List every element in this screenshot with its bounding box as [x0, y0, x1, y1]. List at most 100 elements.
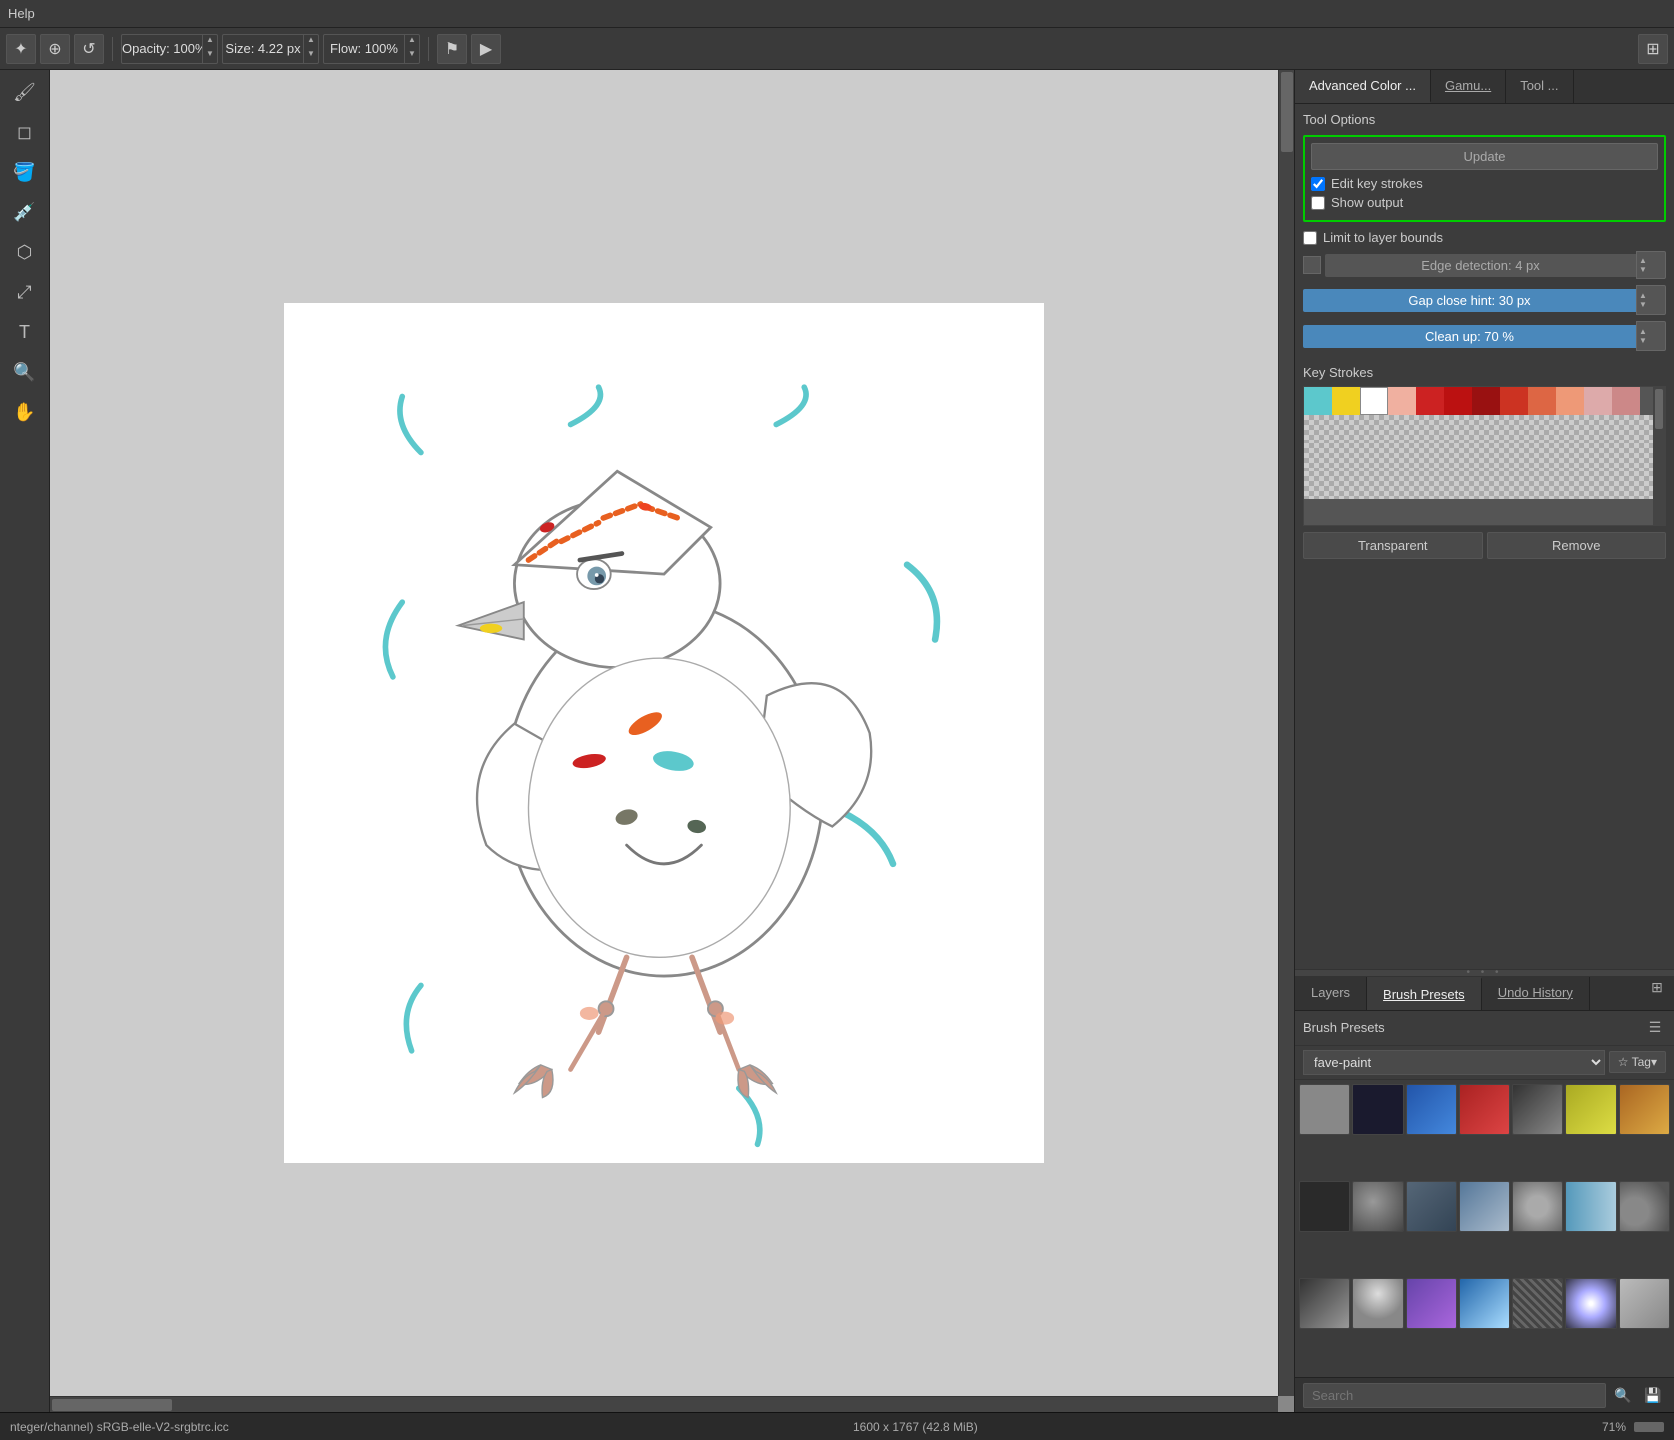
- swatch-pink1[interactable]: [1584, 387, 1612, 415]
- brush-item-17[interactable]: [1406, 1278, 1457, 1329]
- swatch-peach[interactable]: [1388, 387, 1416, 415]
- brush-item-9[interactable]: [1352, 1181, 1403, 1232]
- brush-item-8[interactable]: [1299, 1181, 1350, 1232]
- gap-close-spinbox[interactable]: ▲▼: [1636, 285, 1666, 315]
- gap-close-label[interactable]: Gap close hint: 30 px: [1303, 289, 1636, 312]
- brush-item-1[interactable]: [1299, 1084, 1350, 1135]
- swatch-yellow[interactable]: [1332, 387, 1360, 415]
- swatch-orange2[interactable]: [1556, 387, 1584, 415]
- tool-eyedrop[interactable]: 💉: [7, 194, 43, 230]
- flow-up[interactable]: ▲: [405, 35, 419, 49]
- drawing-canvas[interactable]: [284, 303, 1044, 1163]
- swatch-red1[interactable]: [1416, 387, 1444, 415]
- swatch-white[interactable]: [1360, 387, 1388, 415]
- tool-icon-2[interactable]: ⊕: [40, 34, 70, 64]
- tab-advanced-color[interactable]: Advanced Color ...: [1295, 70, 1431, 103]
- canvas-scrollbar-horizontal[interactable]: [50, 1396, 1278, 1412]
- tag-button[interactable]: ☆ Tag▾: [1609, 1051, 1666, 1073]
- edit-key-strokes-checkbox[interactable]: [1311, 177, 1325, 191]
- flag-icon-btn[interactable]: ⚑: [437, 34, 467, 64]
- update-button[interactable]: Update: [1311, 143, 1658, 170]
- size-arrows[interactable]: ▲ ▼: [303, 35, 318, 63]
- brush-item-16[interactable]: [1352, 1278, 1403, 1329]
- limit-layer-checkbox[interactable]: [1303, 231, 1317, 245]
- flow-control[interactable]: Flow: 100% ▲ ▼: [323, 34, 420, 64]
- tab-gamu[interactable]: Gamu...: [1431, 70, 1506, 103]
- panel-settings-icon[interactable]: ⊞: [1646, 977, 1668, 999]
- opacity-arrows[interactable]: ▲ ▼: [202, 35, 217, 63]
- brush-item-2[interactable]: [1352, 1084, 1403, 1135]
- tool-text[interactable]: T: [7, 314, 43, 350]
- swatch-red2[interactable]: [1444, 387, 1472, 415]
- transparent-button[interactable]: Transparent: [1303, 532, 1483, 559]
- flow-arrows[interactable]: ▲ ▼: [404, 35, 419, 63]
- canvas-scrollbar-vertical[interactable]: [1278, 70, 1294, 1396]
- flow-down[interactable]: ▼: [405, 49, 419, 63]
- cleanup-label[interactable]: Clean up: 70 %: [1303, 325, 1636, 348]
- brush-item-20[interactable]: [1565, 1278, 1616, 1329]
- brush-item-5[interactable]: [1512, 1084, 1563, 1135]
- tab-undo-history[interactable]: Undo History: [1482, 977, 1590, 1010]
- tab-layers[interactable]: Layers: [1295, 977, 1367, 1010]
- size-down[interactable]: ▼: [304, 49, 318, 63]
- brush-item-10[interactable]: [1406, 1181, 1457, 1232]
- panel-divider[interactable]: • • •: [1295, 969, 1674, 977]
- edge-detection-value[interactable]: Edge detection: 4 px: [1325, 254, 1636, 277]
- swatch-pink2[interactable]: [1612, 387, 1640, 415]
- show-output-checkbox[interactable]: [1311, 196, 1325, 210]
- tool-paint[interactable]: 🖌: [7, 74, 43, 110]
- size-up[interactable]: ▲: [304, 35, 318, 49]
- scroll-thumb-v[interactable]: [1281, 72, 1293, 152]
- brush-item-14[interactable]: [1619, 1181, 1670, 1232]
- tab-brush-presets[interactable]: Brush Presets: [1367, 977, 1482, 1010]
- brush-item-11[interactable]: [1459, 1181, 1510, 1232]
- swatch-cyan[interactable]: [1304, 387, 1332, 415]
- tool-fill[interactable]: 🪣: [7, 154, 43, 190]
- brush-item-21[interactable]: [1619, 1278, 1670, 1329]
- save-search-icon[interactable]: 💾: [1640, 1382, 1666, 1408]
- brush-item-6[interactable]: [1565, 1084, 1616, 1135]
- brush-item-18[interactable]: [1459, 1278, 1510, 1329]
- brush-item-13[interactable]: [1565, 1181, 1616, 1232]
- search-input[interactable]: [1303, 1383, 1606, 1408]
- size-control[interactable]: Size: 4.22 px ▲ ▼: [222, 34, 319, 64]
- scroll-thumb-h[interactable]: [52, 1399, 172, 1411]
- brush-item-3[interactable]: [1406, 1084, 1457, 1135]
- tool-hand[interactable]: ✋: [7, 394, 43, 430]
- swatch-red3[interactable]: [1472, 387, 1500, 415]
- tool-transform[interactable]: ⤢: [7, 274, 43, 310]
- flow-input[interactable]: Flow: 100%: [324, 41, 404, 56]
- swatch-orange1[interactable]: [1528, 387, 1556, 415]
- opacity-down[interactable]: ▼: [203, 49, 217, 63]
- edge-spinbox[interactable]: ▲▼: [1636, 251, 1666, 279]
- tool-select[interactable]: ⬡: [7, 234, 43, 270]
- tool-eraser[interactable]: ◻: [7, 114, 43, 150]
- expand-icon-btn[interactable]: ⊞: [1638, 34, 1668, 64]
- brush-item-15[interactable]: [1299, 1278, 1350, 1329]
- tool-icon-undo[interactable]: ↺: [74, 34, 104, 64]
- remove-button[interactable]: Remove: [1487, 532, 1667, 559]
- menu-help[interactable]: Help: [8, 6, 35, 21]
- opacity-up[interactable]: ▲: [203, 35, 217, 49]
- color-swatches-area[interactable]: [1303, 386, 1666, 526]
- brush-item-19[interactable]: [1512, 1278, 1563, 1329]
- tab-tool[interactable]: Tool ...: [1506, 70, 1573, 103]
- brush-list-icon[interactable]: ☰: [1644, 1017, 1666, 1039]
- size-input[interactable]: Size: 4.22 px: [223, 41, 303, 56]
- opacity-control[interactable]: Opacity: 100% ▲ ▼: [121, 34, 218, 64]
- edge-checkbox[interactable]: [1303, 256, 1321, 274]
- canvas-background[interactable]: [50, 70, 1278, 1396]
- search-icon-btn[interactable]: 🔍: [1610, 1382, 1636, 1408]
- swatches-scrollbar[interactable]: [1653, 387, 1665, 525]
- cleanup-spinbox[interactable]: ▲▼: [1636, 321, 1666, 351]
- brush-item-12[interactable]: [1512, 1181, 1563, 1232]
- swatches-scroll-thumb[interactable]: [1655, 389, 1663, 429]
- swatch-red4[interactable]: [1500, 387, 1528, 415]
- play-icon-btn[interactable]: ▶: [471, 34, 501, 64]
- tool-icon-1[interactable]: ✦: [6, 34, 36, 64]
- brush-item-4[interactable]: [1459, 1084, 1510, 1135]
- brush-item-7[interactable]: [1619, 1084, 1670, 1135]
- opacity-input[interactable]: Opacity: 100%: [122, 41, 202, 56]
- tool-zoom[interactable]: 🔍: [7, 354, 43, 390]
- brush-filter-select[interactable]: fave-paint: [1303, 1050, 1605, 1075]
